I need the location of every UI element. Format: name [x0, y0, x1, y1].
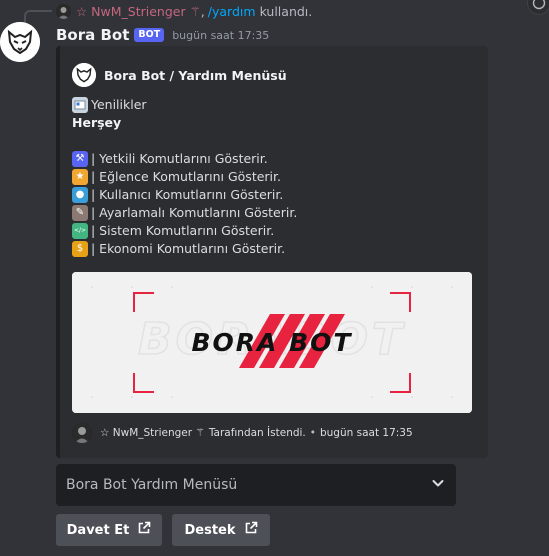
invite-button-label: Davet Et — [66, 522, 130, 538]
select-placeholder: Bora Bot Yardım Menüsü — [66, 477, 238, 493]
embed-footer: ☆ NwM_Strienger ⚚ Tarafından İstendi. • … — [72, 423, 413, 443]
invite-button[interactable]: Davet Et — [56, 514, 162, 546]
news-label: Yenilikler — [91, 97, 147, 112]
support-button[interactable]: Destek — [172, 514, 270, 546]
message-timestamp[interactable]: bugün saat 17:35 — [172, 29, 269, 42]
help-embed: Bora Bot / Yardım Menüsü Yenilikler Herş… — [56, 46, 488, 458]
command-list-text: | Kullanıcı Komutlarını Gösterir. — [91, 187, 284, 202]
command-list-item: </> | Sistem Komutlarını Gösterir. — [72, 222, 472, 240]
command-list-item: $ | Ekonomi Komutlarını Gösterir. — [72, 240, 472, 258]
bot-badge: BOT — [134, 28, 165, 42]
help-select-menu[interactable]: Bora Bot Yardım Menüsü — [56, 464, 456, 506]
banner-title: BORA BOT — [192, 328, 353, 357]
command-list-text: | Eğlence Komutlarını Gösterir. — [91, 169, 281, 184]
command-list-item: ⚒ | Yetkili Komutlarını Gösterir. — [72, 150, 472, 168]
reply-command[interactable]: /yardım — [208, 4, 256, 19]
external-link-icon — [129, 521, 151, 539]
footer-text: Tarafından İstendi. — [208, 427, 306, 439]
reply-username[interactable]: ☆ NwM_Strienger ⚚ — [76, 4, 201, 19]
command-list-item: ✎ | Ayarlamalı Komutlarını Gösterir. — [72, 204, 472, 222]
add-reaction-icon[interactable] — [527, 0, 549, 15]
embed-author-icon — [72, 63, 96, 87]
hammer-wrench-icon: ⚒ — [72, 151, 88, 167]
embed-author: Bora Bot / Yardım Menüsü — [72, 62, 287, 88]
bold-line: Herşey — [72, 115, 122, 130]
message-header: Bora Bot BOT bugün saat 17:35 — [56, 25, 269, 45]
footer-separator: • — [309, 427, 316, 439]
embed-color-bar — [56, 46, 60, 458]
reply-avatar[interactable] — [56, 3, 71, 19]
embed-description: Yenilikler Herşey ⚒ | Yetkili Komutlarını… — [72, 96, 472, 258]
reply-separator: , — [200, 3, 205, 19]
newspaper-icon — [72, 97, 88, 113]
users-icon: ● — [72, 187, 88, 203]
embed-author-name: Bora Bot / Yardım Menüsü — [104, 67, 287, 83]
command-list-text: | Sistem Komutlarını Gösterir. — [91, 223, 275, 238]
author-name[interactable]: Bora Bot — [56, 26, 129, 44]
star-icon: ★ — [72, 169, 88, 185]
footer-user: ☆ NwM_Strienger ⚚ — [100, 427, 205, 439]
wrench-icon: ✎ — [72, 205, 88, 221]
command-list: ⚒ | Yetkili Komutlarını Gösterir. ★ | Eğlen… — [72, 150, 472, 258]
footer-user-avatar — [72, 423, 92, 443]
support-button-label: Destek — [184, 522, 236, 538]
bot-avatar[interactable] — [0, 22, 40, 62]
command-list-item: ● | Kullanıcı Komutlarını Gösterir. — [72, 186, 472, 204]
command-list-item: ★ | Eğlence Komutlarını Gösterir. — [72, 168, 472, 186]
money-bag-icon: $ — [72, 241, 88, 257]
banner-image[interactable]: BORABOT BORA BOT — [72, 272, 472, 413]
command-list-text: | Yetkili Komutlarını Gösterir. — [91, 151, 268, 166]
command-list-text: | Ekonomi Komutlarını Gösterir. — [91, 241, 286, 256]
footer-time: bugün saat 17:35 — [319, 427, 413, 439]
code-icon: </> — [72, 223, 88, 239]
chevron-down-icon — [430, 475, 446, 495]
reply-suffix: kullandı. — [259, 3, 313, 19]
external-link-icon — [236, 521, 258, 539]
news-line: Yenilikler — [72, 96, 472, 114]
reply-spine — [24, 10, 52, 24]
command-list-text: | Ayarlamalı Komutlarını Gösterir. — [91, 205, 298, 220]
reply-context[interactable]: ☆ NwM_Strienger ⚚ , /yardım kullandı. — [56, 3, 312, 19]
